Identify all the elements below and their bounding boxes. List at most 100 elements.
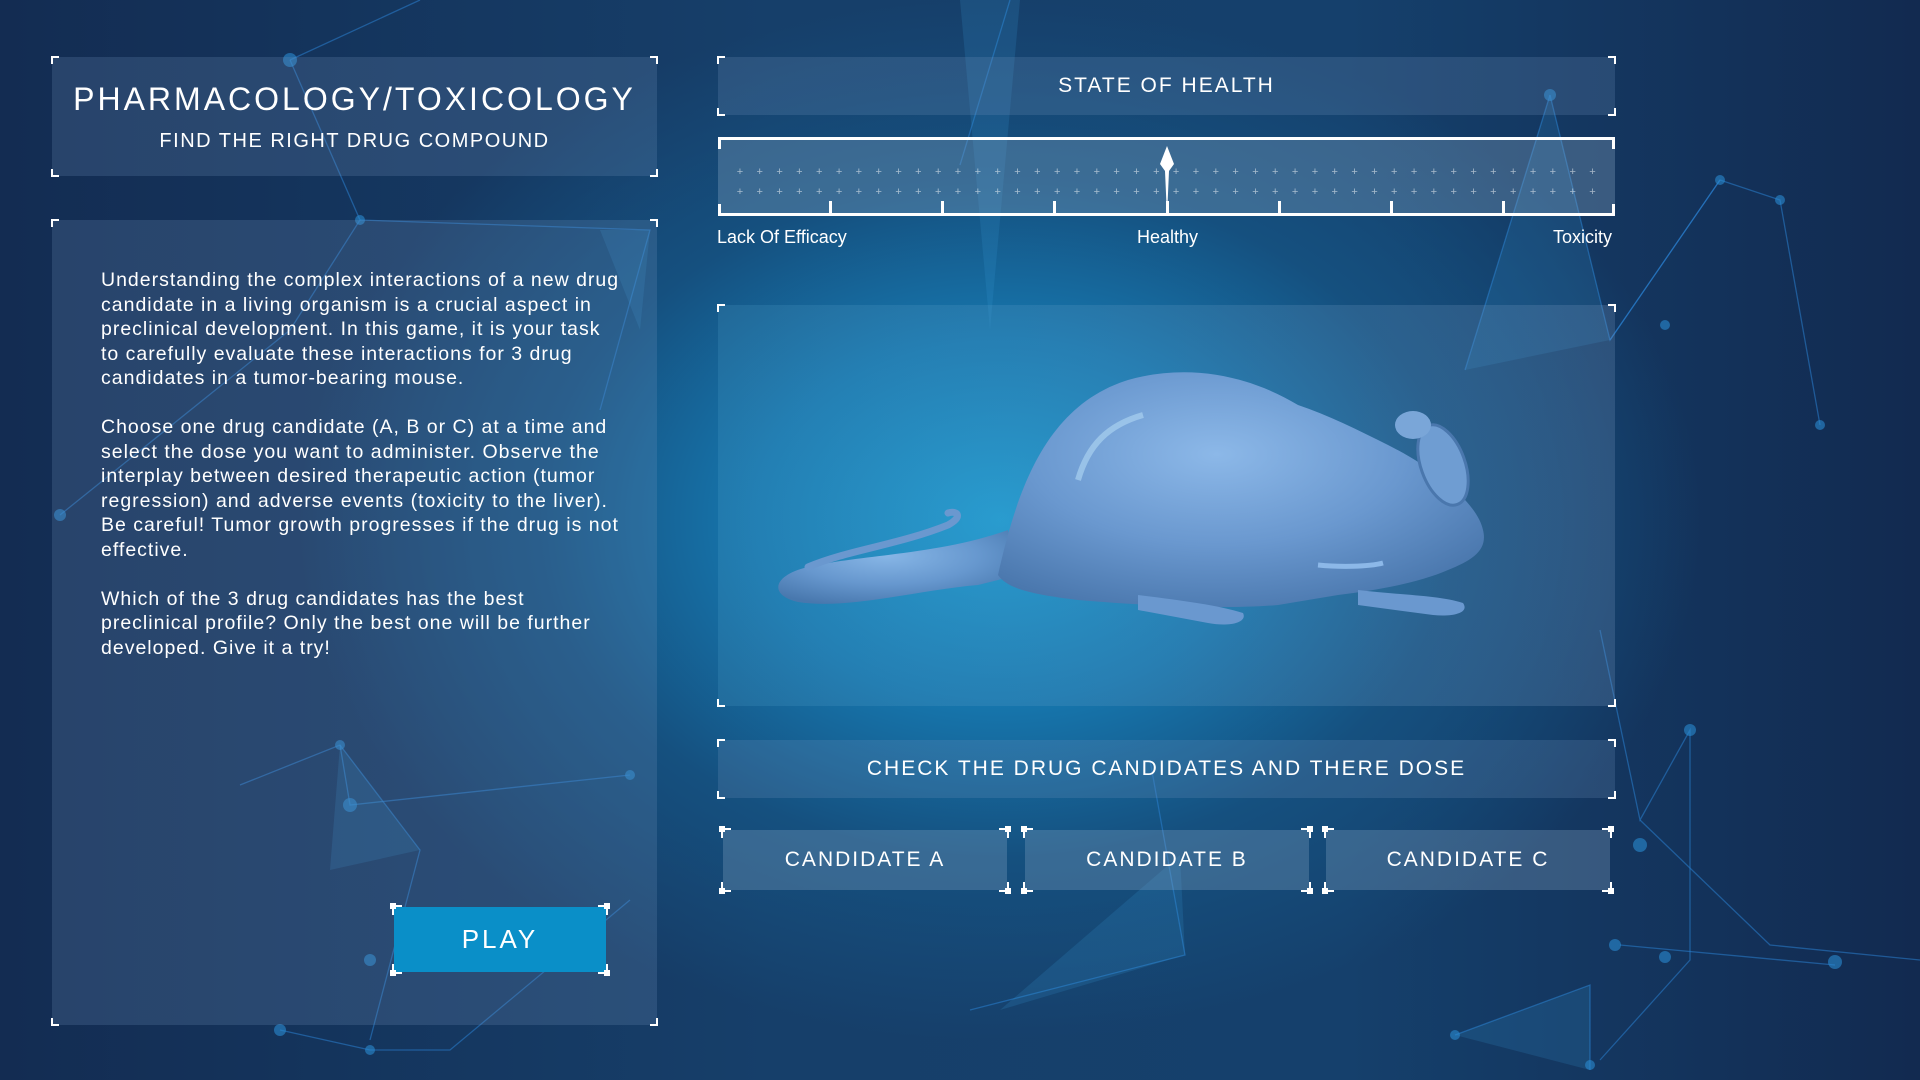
grid-dot: + — [1073, 186, 1081, 198]
health-gauge: + + + + + + + + + + + + + + + + + + + + + + + + + + + + + + + + + + + + + + + +… — [718, 137, 1615, 216]
grid-dot: + — [1450, 186, 1457, 198]
grid-dot: + — [1113, 166, 1120, 178]
corner-bracket — [717, 108, 725, 116]
gauge-tick — [1501, 201, 1505, 213]
grid-dot: + — [1272, 186, 1279, 198]
description-paragraph: Understanding the complex interactions o… — [101, 269, 620, 389]
title-panel: PHARMACOLOGY/TOXICOLOGY FIND THE RIGHT D… — [51, 56, 658, 177]
grid-dot: + — [855, 186, 863, 198]
handle-corner — [1602, 882, 1614, 894]
grid-dot: + — [1311, 166, 1319, 178]
grid-dot: + — [994, 166, 1001, 178]
gauge-edge — [718, 137, 721, 149]
candidates-header: CHECK THE DRUG CANDIDATES AND THERE DOSE — [717, 739, 1616, 799]
description-paragraph: Which of the 3 drug candidates has the b… — [101, 587, 591, 659]
corner-bracket — [51, 219, 59, 227]
grid-dot: + — [1490, 166, 1497, 178]
gauge-tick — [1277, 201, 1281, 213]
grid-dot: + — [1053, 186, 1061, 198]
grid-dot: + — [1252, 186, 1259, 198]
health-header: STATE OF HEALTH — [717, 56, 1616, 116]
grid-dot: + — [1430, 166, 1438, 178]
grid-dot: + — [1371, 186, 1378, 198]
grid-dot: + — [796, 186, 803, 198]
grid-dot: + — [1529, 186, 1537, 198]
corner-bracket — [650, 169, 658, 177]
grid-dot: + — [1014, 186, 1021, 198]
handle-corner — [719, 826, 731, 838]
grid-dot: + — [1529, 166, 1537, 178]
handle-corner — [1322, 826, 1334, 838]
candidates-title: CHECK THE DRUG CANDIDATES AND THERE DOSE — [866, 757, 1467, 780]
candidate-b-button[interactable]: CANDIDATE B — [1021, 826, 1313, 894]
gauge-tick — [941, 201, 945, 213]
candidate-c-label: CANDIDATE C — [1386, 848, 1550, 871]
handle-corner — [999, 882, 1011, 894]
grid-dot: + — [1212, 186, 1219, 198]
grid-dot: + — [1549, 186, 1557, 198]
corner-bracket — [1608, 56, 1616, 64]
corner-bracket — [51, 169, 59, 177]
grid-dot: + — [1014, 166, 1021, 178]
candidate-c-button[interactable]: CANDIDATE C — [1322, 826, 1614, 894]
page-title: PHARMACOLOGY/TOXICOLOGY — [73, 81, 636, 117]
grid-dot: + — [1272, 166, 1279, 178]
grid-dot: + — [1589, 186, 1596, 198]
grid-dot: + — [1093, 186, 1101, 198]
corner-bracket — [1608, 791, 1616, 799]
handle-corner — [1021, 826, 1033, 838]
grid-dot: + — [1430, 186, 1438, 198]
grid-dot: + — [855, 166, 863, 178]
grid-dot: + — [1034, 166, 1041, 178]
grid-dot: + — [1291, 166, 1299, 178]
grid-dot: + — [895, 166, 902, 178]
grid-dot: + — [1192, 166, 1200, 178]
play-button[interactable]: PLAY — [390, 903, 610, 976]
gauge-tick — [1053, 201, 1057, 213]
grid-dot: + — [816, 186, 823, 198]
grid-dot: + — [1291, 186, 1299, 198]
corner-bracket — [1608, 739, 1616, 747]
handle-corner — [1301, 882, 1313, 894]
gauge-label-toxicity: Toxicity — [1553, 227, 1613, 247]
grid-dot: + — [776, 166, 783, 178]
grid-dot: + — [915, 186, 922, 198]
candidate-a-button[interactable]: CANDIDATE A — [719, 826, 1011, 894]
grid-dot: + — [1569, 166, 1576, 178]
handle-corner — [390, 903, 402, 915]
grid-dot: + — [1490, 186, 1497, 198]
grid-dot: + — [954, 186, 962, 198]
grid-dot: + — [1589, 166, 1596, 178]
corner-bracket — [1608, 108, 1616, 116]
gauge-edge — [718, 204, 721, 216]
grid-dot: + — [934, 186, 942, 198]
grid-dot: + — [796, 166, 803, 178]
corner-bracket — [51, 1018, 59, 1026]
grid-dot: + — [1391, 166, 1398, 178]
grid-dot: + — [1212, 166, 1219, 178]
grid-dot: + — [875, 186, 882, 198]
handle-corner — [598, 903, 610, 915]
candidate-b-label: CANDIDATE B — [1086, 848, 1248, 871]
gauge-needle-icon — [1159, 146, 1174, 216]
grid-dot: + — [835, 186, 843, 198]
grid-dot: + — [1053, 166, 1061, 178]
corner-bracket — [650, 219, 658, 227]
description-panel: Understanding the complex interactions o… — [51, 219, 658, 1026]
grid-dot: + — [974, 186, 982, 198]
gauge-edge — [1612, 137, 1615, 149]
grid-dot: + — [835, 166, 843, 178]
grid-dot: + — [1509, 166, 1517, 178]
grid-dot: + — [1232, 186, 1239, 198]
corner-bracket — [650, 1018, 658, 1026]
gauge-label-healthy: Healthy — [1137, 227, 1199, 247]
grid-dot: + — [1351, 186, 1358, 198]
candidate-a-label: CANDIDATE A — [784, 848, 946, 871]
grid-dot: + — [1311, 186, 1319, 198]
handle-corner — [719, 882, 731, 894]
handle-corner — [1322, 882, 1334, 894]
grid-dot: + — [1509, 186, 1517, 198]
grid-dot: + — [1569, 186, 1576, 198]
handle-corner — [1301, 826, 1313, 838]
grid-dot: + — [816, 166, 823, 178]
